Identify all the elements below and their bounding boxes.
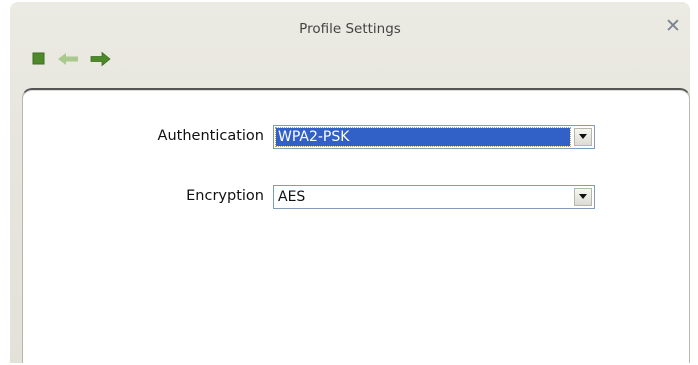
encryption-label: Encryption xyxy=(186,188,264,204)
settings-panel: Authentication WPA2-PSK Encryption AES xyxy=(22,88,690,363)
encryption-select[interactable]: AES xyxy=(273,185,595,209)
encryption-value: AES xyxy=(278,189,306,205)
authentication-value: WPA2-PSK xyxy=(275,127,571,147)
close-icon[interactable]: ✕ xyxy=(664,17,682,36)
authentication-row: Authentication WPA2-PSK xyxy=(23,125,690,149)
chevron-down-icon[interactable] xyxy=(574,128,592,146)
forward-button[interactable] xyxy=(88,48,114,70)
authentication-label: Authentication xyxy=(157,128,264,144)
window-title: Profile Settings xyxy=(299,21,401,37)
authentication-select[interactable]: WPA2-PSK xyxy=(273,125,595,149)
chevron-down-icon[interactable] xyxy=(574,188,592,206)
encryption-row: Encryption AES xyxy=(23,185,690,209)
profile-settings-window: Profile Settings ✕ Authentication WPA2-P… xyxy=(10,2,690,363)
back-arrow-icon xyxy=(58,53,78,65)
stop-button[interactable] xyxy=(32,48,48,70)
forward-arrow-icon xyxy=(90,51,111,67)
back-button[interactable] xyxy=(56,48,82,70)
stop-icon xyxy=(32,52,45,65)
